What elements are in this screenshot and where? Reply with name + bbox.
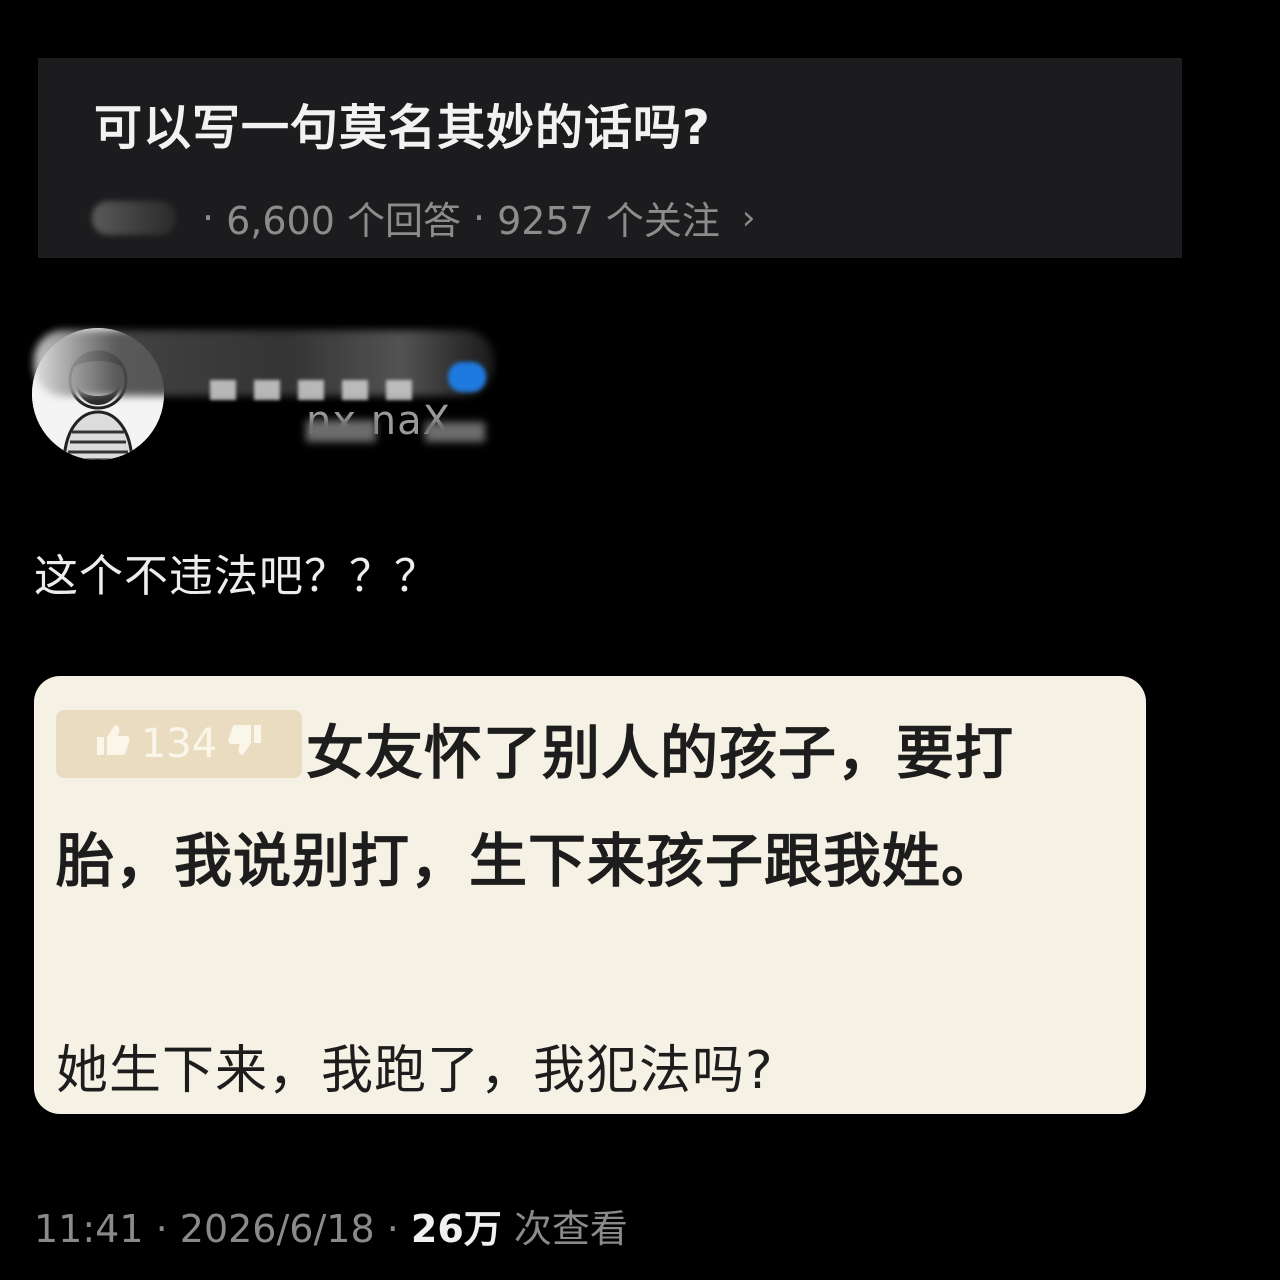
post-footer: 11:41 · 2026/6/18 · 26万 次查看 <box>34 1198 628 1253</box>
quote-line-1: 女友怀了别人的孩子，要打 <box>306 719 1015 787</box>
thumbs-up-icon[interactable] <box>95 723 131 766</box>
question-meta: · 6,600 个回答 · 9257 个关注 › <box>92 190 755 245</box>
post-time: 11:41 <box>34 1207 144 1251</box>
thumbs-down-icon[interactable] <box>227 723 263 766</box>
question-card[interactable]: 可以写一句莫名其妙的话吗? · 6,600 个回答 · 9257 个关注 › <box>38 58 1182 258</box>
footer-separator: · <box>386 1207 411 1251</box>
answer-text: 这个不违法吧？？？ <box>34 551 439 602</box>
meta-separator: · <box>202 195 215 240</box>
post-date: 2026/6/18 <box>179 1207 375 1251</box>
question-title[interactable]: 可以写一句莫名其妙的话吗? <box>94 88 711 158</box>
view-label: 次查看 <box>513 1207 628 1251</box>
meta-separator: · <box>472 195 486 240</box>
chevron-right-icon[interactable]: › <box>742 198 756 238</box>
author-bio-blurred <box>210 380 430 400</box>
verified-badge-icon <box>448 362 486 392</box>
vote-badge[interactable]: 134 <box>56 710 302 778</box>
answer-count: 6,600 个回答 <box>226 199 461 243</box>
quote-line-3: 她生下来，我跑了，我犯法吗? <box>56 1041 774 1101</box>
follow-count: 9257 个关注 <box>497 199 720 243</box>
view-count: 26万 <box>410 1207 502 1251</box>
handle-redaction <box>306 420 376 442</box>
footer-separator: · <box>155 1207 180 1251</box>
handle-redaction <box>425 422 485 442</box>
quoted-screenshot: 134 女友怀了别人的孩子，要打 胎，我说别打，生下来孩子跟我姓。 她生下来，我… <box>34 676 1146 1114</box>
question-source-blurred <box>92 200 176 235</box>
quote-line-2: 胎，我说别打，生下来孩子跟我姓。 <box>56 827 1001 895</box>
vote-count: 134 <box>140 721 218 767</box>
